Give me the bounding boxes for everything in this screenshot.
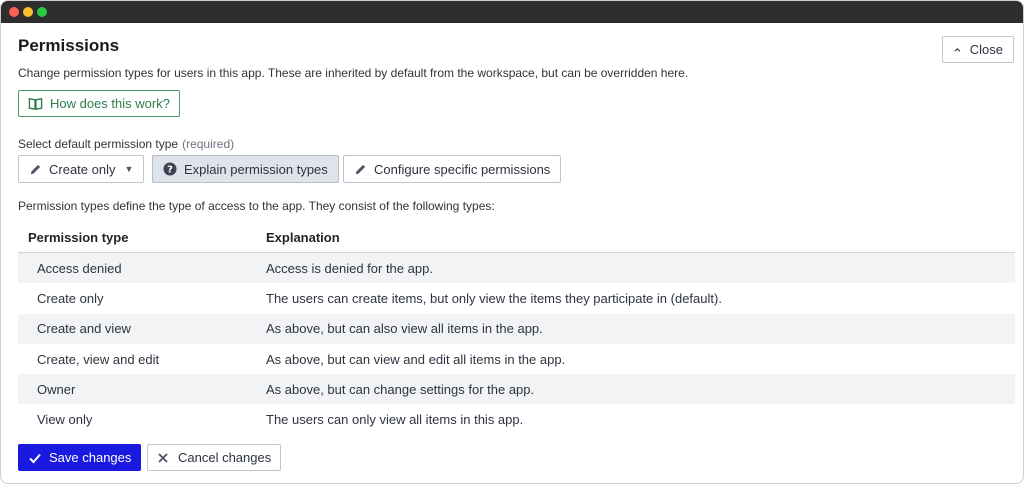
window-maximize-dot[interactable]: [37, 7, 47, 17]
explain-permission-types-button[interactable]: ? Explain permission types: [152, 155, 339, 183]
select-label-text: Select default permission type: [18, 137, 179, 151]
permissions-panel: Permissions Close Change permission type…: [1, 23, 1023, 483]
save-changes-button[interactable]: Save changes: [18, 444, 142, 471]
cancel-changes-button[interactable]: Cancel changes: [147, 444, 282, 471]
page-title: Permissions: [18, 36, 120, 55]
permission-type-cell: Create and view: [37, 321, 131, 337]
window-minimize-dot[interactable]: [23, 7, 33, 17]
permission-type-cell: View only: [37, 412, 93, 428]
permission-types-description: Permission types define the type of acce…: [18, 199, 495, 213]
table-row: View only The users can only view all it…: [18, 404, 1015, 434]
table-row: Access denied Access is denied for the a…: [18, 253, 1015, 284]
window-close-dot[interactable]: [9, 7, 19, 17]
explanation-cell: The users can create items, but only vie…: [266, 290, 722, 306]
cancel-label: Cancel changes: [178, 450, 272, 465]
permission-type-cell: Create only: [37, 290, 104, 306]
default-permission-label: Select default permission type (required): [18, 137, 234, 151]
table-row: Create, view and edit As above, but can …: [18, 344, 1015, 374]
how-does-this-work-button[interactable]: How does this work?: [18, 90, 180, 117]
permission-type-cell: Access denied: [37, 260, 122, 276]
permission-type-cell: Create, view and edit: [37, 351, 160, 367]
table-body: Access denied Access is denied for the a…: [18, 253, 1015, 435]
table-row: Create and view As above, but can also v…: [18, 313, 1015, 344]
permission-type-dropdown[interactable]: Create only ▼: [18, 155, 145, 183]
table-row: Create only The users can create items, …: [18, 283, 1015, 313]
explanation-cell: Access is denied for the app.: [266, 260, 433, 276]
check-icon: [29, 453, 41, 463]
how-label: How does this work?: [50, 96, 170, 111]
page-description: Change permission types for users in thi…: [18, 66, 689, 80]
required-indicator: (required): [182, 137, 235, 151]
permission-type-cell: Owner: [37, 381, 76, 397]
save-label: Save changes: [49, 450, 132, 465]
caret-down-icon: ▼: [124, 164, 134, 174]
explanation-cell: As above, but can change settings for th…: [266, 381, 535, 397]
close-icon: [158, 452, 168, 463]
permission-types-table: Permission type Explanation Access denie…: [18, 222, 1015, 435]
configure-label: Configure specific permissions: [374, 161, 551, 177]
pencil-icon: [30, 164, 41, 174]
column-header-permission-type: Permission type: [28, 229, 129, 245]
book-icon: [28, 97, 43, 110]
question-circle-icon: ?: [163, 162, 177, 176]
close-button[interactable]: Close: [942, 36, 1014, 63]
explain-label: Explain permission types: [184, 161, 328, 177]
pencil-icon: [355, 164, 366, 174]
table-row: Owner As above, but can change settings …: [18, 374, 1015, 405]
window-titlebar: [1, 1, 1023, 23]
close-label: Close: [969, 42, 1003, 57]
configure-specific-permissions-button[interactable]: Configure specific permissions: [343, 155, 562, 183]
chevron-up-icon: [954, 47, 961, 52]
explanation-cell: As above, but can view and edit all item…: [266, 351, 566, 367]
explanation-cell: As above, but can also view all items in…: [266, 321, 543, 337]
dropdown-selected-value: Create only: [49, 161, 116, 177]
table-header: Permission type Explanation: [18, 222, 1015, 253]
explanation-cell: The users can only view all items in thi…: [266, 412, 524, 428]
svg-text:?: ?: [167, 165, 173, 176]
column-header-explanation: Explanation: [266, 229, 340, 245]
permissions-window: Permissions Close Change permission type…: [0, 0, 1024, 484]
